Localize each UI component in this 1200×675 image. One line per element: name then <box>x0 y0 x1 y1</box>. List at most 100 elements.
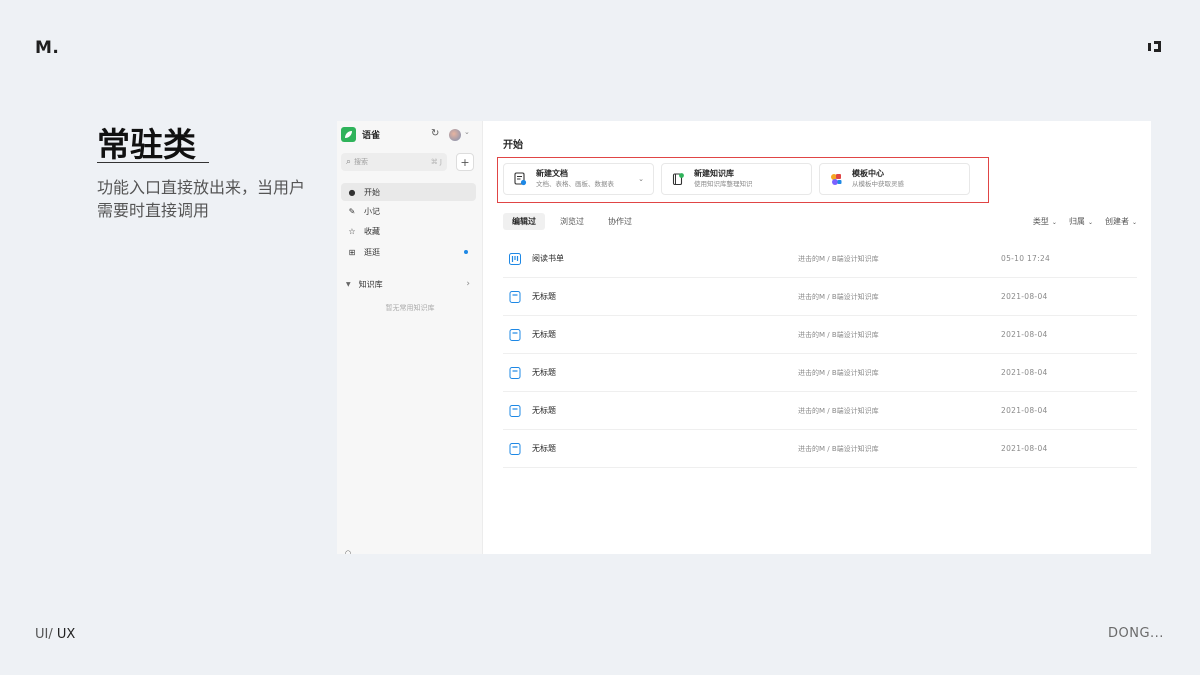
document-row[interactable]: 无标题 进击的M / B端设计知识库 2021-08-04 <box>503 278 1137 316</box>
document-row[interactable]: 无标题 进击的M / B端设计知识库 2021-08-04 <box>503 392 1137 430</box>
filter-creator[interactable]: 创建者 ⌄ <box>1105 216 1137 227</box>
chevron-right-icon[interactable]: › <box>466 279 470 289</box>
notification-dot <box>464 250 468 254</box>
add-button[interactable]: + <box>456 153 474 171</box>
document-row[interactable]: 无标题 进击的M / B端设计知识库 2021-08-04 <box>503 430 1137 468</box>
document-name: 无标题 <box>532 330 556 339</box>
tab-edited[interactable]: 编辑过 <box>503 213 545 230</box>
card-subtitle: 文档、表格、画板、数据表 <box>536 180 614 188</box>
app-name: 语雀 <box>362 131 381 141</box>
document-time: 2021-08-04 <box>1001 406 1048 415</box>
document-time: 2021-08-04 <box>1001 330 1048 339</box>
new-knowledge-base-card[interactable]: 新建知识库 使用知识库整理知识 <box>661 163 812 195</box>
document-row[interactable]: 无标题 进击的M / B端设计知识库 2021-08-04 <box>503 316 1137 354</box>
tab-bar: 编辑过 浏览过 协作过 <box>503 213 641 230</box>
board-icon <box>509 252 521 265</box>
document-time: 2021-08-04 <box>1001 292 1048 301</box>
knowledge-base-label: 知识库 <box>358 279 383 289</box>
page-title: 开始 <box>503 140 523 151</box>
chevron-down-icon: ⌄ <box>1087 219 1093 226</box>
filter-label: 归属 <box>1068 217 1085 226</box>
card-title: 新建知识库 <box>694 169 734 178</box>
star-icon: ☆ <box>348 226 356 236</box>
chevron-down-icon[interactable]: ⌄ <box>464 128 470 136</box>
document-location[interactable]: 进击的M / B端设计知识库 <box>798 254 1001 264</box>
knowledge-base-empty: 暂无常用知识库 <box>385 304 435 312</box>
document-time: 05-10 17:24 <box>1001 254 1051 263</box>
document-location[interactable]: 进击的M / B端设计知识库 <box>798 406 1001 416</box>
tab-collaborated[interactable]: 协作过 <box>599 213 641 230</box>
slide-description: 功能入口直接放出来，当用户需要时直接调用 <box>97 178 306 220</box>
clock-icon: ● <box>348 187 356 197</box>
document-row[interactable]: 无标题 进击的M / B端设计知识库 2021-08-04 <box>503 354 1137 392</box>
footer-category-prefix: UI/ <box>35 627 57 642</box>
card-title: 新建文档 <box>536 169 568 178</box>
document-name: 无标题 <box>532 368 556 377</box>
doc-icon <box>509 328 521 341</box>
template-center-card[interactable]: 模板中心 从模板中获取灵感 <box>819 163 970 195</box>
filter-bar: 类型 ⌄ 归属 ⌄ 创建者 ⌄ <box>1033 216 1137 227</box>
app-brand[interactable]: 语雀 <box>341 127 380 142</box>
filter-owner[interactable]: 归属 ⌄ <box>1069 216 1093 227</box>
grid-icon: ⊞ <box>348 247 356 257</box>
document-location[interactable]: 进击的M / B端设计知识库 <box>798 444 1001 454</box>
refresh-icon[interactable]: ↻ <box>431 128 439 139</box>
pen-icon: ✎ <box>348 206 356 216</box>
sidebar-item-label: 小记 <box>364 206 380 216</box>
chevron-down-icon: ⌄ <box>1131 219 1137 226</box>
document-row[interactable]: 阅读书单 进击的M / B端设计知识库 05-10 17:24 <box>503 240 1137 278</box>
template-icon <box>831 174 842 185</box>
document-name: 阅读书单 <box>532 254 564 263</box>
sidebar-item-explore[interactable]: ⊞ 逛逛 <box>341 243 476 261</box>
document-name: 无标题 <box>532 406 556 415</box>
filter-label: 创建者 <box>1104 217 1129 226</box>
new-doc-icon <box>514 172 527 186</box>
main-content: 开始 新建文档 文档、表格、画板、数据表 ⌄ 新建知识库 使用知识库整理知识 模… <box>483 121 1151 554</box>
sidebar-item-notes[interactable]: ✎ 小记 <box>341 202 476 220</box>
card-title: 模板中心 <box>852 169 884 178</box>
document-location[interactable]: 进击的M / B端设计知识库 <box>798 292 1001 302</box>
doc-icon <box>509 404 521 417</box>
sidebar-item-label: 收藏 <box>364 226 380 236</box>
footer-author: DONG... <box>1108 626 1164 641</box>
new-kb-icon <box>672 173 684 186</box>
sidebar-item-favorites[interactable]: ☆ 收藏 <box>341 222 476 240</box>
search-icon: ⌕ <box>346 157 352 167</box>
new-doc-card[interactable]: 新建文档 文档、表格、画板、数据表 ⌄ <box>503 163 654 195</box>
doc-icon <box>509 442 521 455</box>
filter-type[interactable]: 类型 ⌄ <box>1033 216 1057 227</box>
card-subtitle: 从模板中获取灵感 <box>852 180 904 188</box>
footer-category-strong: UX <box>56 627 76 642</box>
chevron-down-icon: ⌄ <box>1051 219 1057 226</box>
document-time: 2021-08-04 <box>1001 368 1048 377</box>
bracket-icon <box>1148 41 1161 52</box>
document-location[interactable]: 进击的M / B端设计知识库 <box>798 330 1001 340</box>
document-time: 2021-08-04 <box>1001 444 1048 453</box>
heading-underline <box>97 162 209 163</box>
sidebar-item-label: 开始 <box>364 187 380 197</box>
sidebar-knowledge-base[interactable]: ▼ 知识库 › <box>341 275 476 293</box>
chevron-down-icon[interactable]: ⌄ <box>638 175 644 183</box>
search-input[interactable]: ⌕ 搜索 ⌘ J <box>341 153 447 171</box>
search-placeholder: 搜索 <box>354 158 369 166</box>
app-window: 语雀 ↻ ⌄ ⌕ 搜索 ⌘ J + ● 开始 ✎ 小记 ☆ 收藏 ⊞ 逛逛 ▼ <box>337 121 1151 554</box>
tab-viewed[interactable]: 浏览过 <box>551 213 593 230</box>
sidebar: 语雀 ↻ ⌄ ⌕ 搜索 ⌘ J + ● 开始 ✎ 小记 ☆ 收藏 ⊞ 逛逛 ▼ <box>337 121 483 554</box>
card-subtitle: 使用知识库整理知识 <box>694 180 753 188</box>
document-name: 无标题 <box>532 292 556 301</box>
sidebar-bottom-icon[interactable]: ○ <box>345 549 351 554</box>
yuque-logo-icon <box>341 127 356 142</box>
brand-logo: M. <box>35 38 60 58</box>
sidebar-item-start[interactable]: ● 开始 <box>341 183 476 201</box>
slide-heading: 常驻类 <box>97 125 196 164</box>
filter-label: 类型 <box>1032 217 1049 226</box>
document-location[interactable]: 进击的M / B端设计知识库 <box>798 368 1001 378</box>
sidebar-item-label: 逛逛 <box>364 247 380 257</box>
footer-category: UI/ UX <box>35 627 75 642</box>
avatar[interactable] <box>449 129 461 141</box>
caret-down-icon: ▼ <box>346 280 351 288</box>
doc-icon <box>509 366 521 379</box>
document-name: 无标题 <box>532 444 556 453</box>
search-shortcut: ⌘ J <box>430 158 442 166</box>
doc-icon <box>509 290 521 303</box>
